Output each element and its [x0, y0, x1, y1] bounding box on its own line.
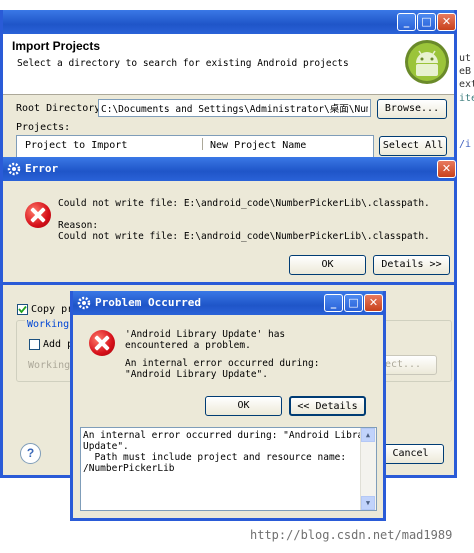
error-icon: [25, 202, 51, 228]
error-reason-label: Reason:: [58, 220, 99, 231]
import-window-titlebar: _ □ ✕: [3, 10, 456, 34]
error-close-button[interactable]: ✕: [437, 160, 456, 178]
error-icon: [89, 330, 115, 356]
root-directory-input[interactable]: [98, 99, 371, 117]
problem-maximize-button[interactable]: □: [344, 294, 363, 312]
wizard-heading: Import Projects: [12, 39, 101, 53]
column-divider: [202, 138, 203, 150]
maximize-button[interactable]: □: [417, 13, 436, 31]
watermark: http://blog.csdn.net/mad1989: [250, 528, 453, 542]
wizard-header: Import Projects Select a directory to se…: [3, 34, 454, 95]
background-editor: ut eB ext ite /i: [455, 40, 474, 460]
error-title: Error: [25, 162, 59, 175]
editor-fragment: ext: [459, 79, 474, 90]
cancel-button[interactable]: Cancel: [377, 444, 444, 464]
error-message-1: Could not write file: E:\android_code\Nu…: [58, 198, 430, 209]
select-all-button[interactable]: Select All: [379, 136, 447, 156]
wizard-subtitle: Select a directory to search for existin…: [17, 58, 349, 69]
problem-ok-button[interactable]: OK: [205, 396, 282, 416]
add-to-working-set-checkbox[interactable]: [29, 339, 40, 350]
gear-icon: [77, 296, 91, 310]
problem-titlebar: Problem Occurred _ □ ✕: [73, 291, 383, 315]
error-details-button[interactable]: Details >>: [373, 255, 450, 275]
details-line: Update".: [83, 441, 129, 452]
problem-dialog: Problem Occurred _ □ ✕ 'Android Library …: [70, 291, 386, 521]
error-ok-button[interactable]: OK: [289, 255, 366, 275]
copy-checkbox[interactable]: [17, 304, 28, 315]
minimize-button[interactable]: _: [397, 13, 416, 31]
gear-icon: [7, 162, 21, 176]
error-message-2: Could not write file: E:\android_code\Nu…: [58, 231, 430, 242]
scroll-up-arrow-icon[interactable]: ▲: [361, 428, 375, 442]
error-dialog: Error ✕ Could not write file: E:\android…: [0, 157, 457, 285]
details-line: Path must include project and resource n…: [83, 452, 347, 463]
problem-close-button[interactable]: ✕: [364, 294, 383, 312]
projects-label: Projects:: [16, 122, 71, 133]
editor-fragment: eB: [459, 66, 472, 77]
scroll-down-arrow-icon[interactable]: ▼: [361, 496, 375, 510]
problem-title: Problem Occurred: [95, 296, 201, 309]
root-directory-label: Root Directory:: [16, 103, 107, 114]
details-line: An internal error occurred during: "Andr…: [83, 430, 375, 441]
browse-button[interactable]: Browse...: [377, 99, 447, 119]
error-titlebar: Error ✕: [3, 157, 456, 181]
close-button[interactable]: ✕: [437, 13, 456, 31]
android-logo-icon: [404, 39, 450, 85]
details-line: /NumberPickerLib: [83, 463, 175, 474]
problem-message-1: 'Android Library Update' has encountered…: [125, 329, 286, 351]
editor-fragment: ut: [459, 53, 472, 64]
editor-fragment: ite: [459, 93, 474, 104]
editor-fragment: /i: [459, 139, 472, 150]
problem-minimize-button[interactable]: _: [324, 294, 343, 312]
problem-message-2: An internal error occurred during: "Andr…: [125, 358, 320, 380]
column-header-new-name[interactable]: New Project Name: [210, 140, 306, 151]
help-icon[interactable]: ?: [20, 443, 41, 464]
details-textarea[interactable]: An internal error occurred during: "Andr…: [80, 427, 377, 511]
select-label: ect...: [384, 359, 422, 370]
details-scrollbar[interactable]: ▲ ▼: [360, 428, 376, 510]
column-header-project[interactable]: Project to Import: [25, 140, 127, 151]
problem-details-button[interactable]: << Details: [289, 396, 366, 416]
